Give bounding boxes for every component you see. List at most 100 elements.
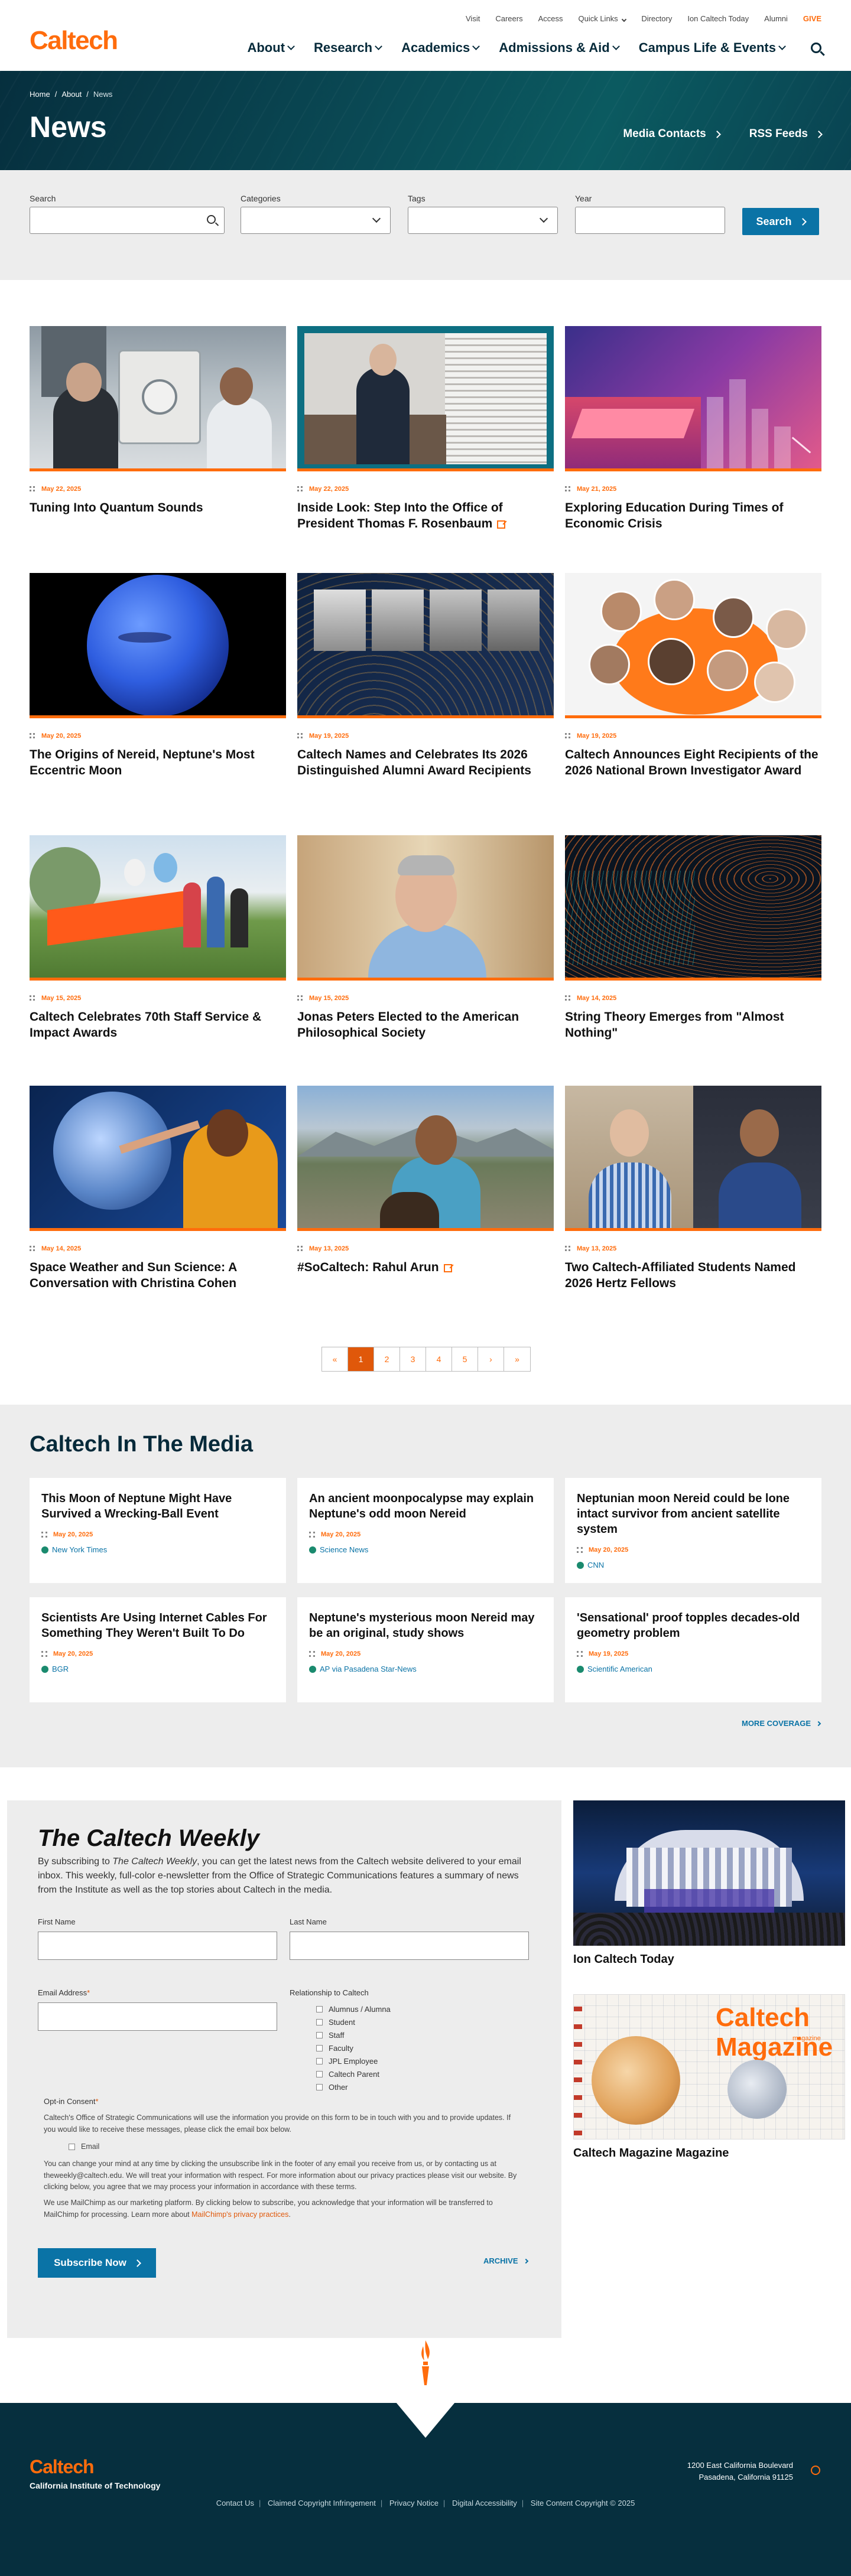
media-source[interactable]: New York Times — [41, 1545, 274, 1554]
breadcrumb-about[interactable]: About — [61, 90, 82, 99]
first-name-field[interactable] — [38, 1932, 277, 1960]
checkbox[interactable] — [316, 2070, 323, 2077]
footer-link-privacy[interactable]: Privacy Notice — [389, 2499, 439, 2507]
relationship-option[interactable]: Other — [316, 2080, 391, 2093]
mailchimp-privacy-link[interactable]: MailChimp's privacy practices — [191, 2210, 288, 2219]
page-last[interactable]: » — [504, 1347, 530, 1371]
checkbox[interactable] — [69, 2144, 75, 2151]
relationship-option[interactable]: Student — [316, 2015, 391, 2028]
year-input[interactable] — [575, 207, 725, 234]
search-input[interactable] — [30, 207, 225, 234]
footer-link-accessibility[interactable]: Digital Accessibility — [452, 2499, 517, 2507]
nav-admissions[interactable]: Admissions & Aid — [499, 40, 620, 56]
search-icon[interactable] — [207, 215, 216, 224]
media-source[interactable]: CNN — [577, 1561, 810, 1569]
relationship-option[interactable]: Faculty — [316, 2041, 391, 2054]
categories-select[interactable] — [241, 207, 391, 234]
news-card[interactable]: May 14, 2025 Space Weather and Sun Scien… — [30, 1086, 286, 1292]
footer-link-copyright-infringement[interactable]: Claimed Copyright Infringement — [268, 2499, 376, 2507]
news-title[interactable]: The Origins of Nereid, Neptune's Most Ec… — [30, 747, 286, 779]
news-card[interactable]: May 13, 2025 Two Caltech-Affiliated Stud… — [565, 1086, 821, 1292]
util-link-visit[interactable]: Visit — [466, 14, 480, 23]
ion-caltech-today-title[interactable]: Ion Caltech Today — [573, 1953, 845, 1966]
news-title[interactable]: Two Caltech-Affiliated Students Named 20… — [565, 1259, 821, 1292]
page-2[interactable]: 2 — [374, 1347, 400, 1371]
news-title[interactable]: Space Weather and Sun Science: A Convers… — [30, 1259, 286, 1292]
util-link-ion-caltech-today[interactable]: Ion Caltech Today — [687, 14, 749, 23]
relationship-option[interactable]: Caltech Parent — [316, 2067, 391, 2080]
news-image-alumni-awards[interactable] — [297, 573, 554, 718]
footer-logo[interactable]: Caltech — [30, 2456, 95, 2478]
map-pin-icon[interactable] — [811, 2466, 820, 2475]
give-link[interactable]: GIVE — [803, 14, 821, 23]
util-link-access[interactable]: Access — [538, 14, 563, 23]
news-title[interactable]: Caltech Names and Celebrates Its 2026 Di… — [297, 747, 554, 779]
news-image-quantum-lab[interactable] — [30, 326, 286, 471]
last-name-field[interactable] — [290, 1932, 529, 1960]
ion-caltech-today-promo[interactable]: Ion Caltech Today — [573, 1800, 845, 1966]
checkbox[interactable] — [316, 2031, 323, 2038]
nav-campus-life[interactable]: Campus Life & Events — [639, 40, 786, 56]
media-title[interactable]: This Moon of Neptune Might Have Survived… — [41, 1491, 274, 1522]
news-image-rahul-arun[interactable] — [297, 1086, 554, 1231]
search-icon[interactable] — [811, 43, 821, 53]
news-title[interactable]: Jonas Peters Elected to the American Phi… — [297, 1009, 554, 1041]
checkbox[interactable] — [316, 2044, 323, 2051]
news-title[interactable]: Tuning Into Quantum Sounds — [30, 500, 286, 516]
util-link-alumni[interactable]: Alumni — [764, 14, 788, 23]
opt-in-email-option[interactable]: Email — [69, 2141, 522, 2152]
page-first[interactable]: « — [322, 1347, 348, 1371]
media-card[interactable]: An ancient moonpocalypse may explain Nep… — [297, 1478, 554, 1583]
breadcrumb-home[interactable]: Home — [30, 90, 50, 99]
ion-caltech-today-image[interactable] — [573, 1800, 845, 1946]
news-image-string-theory[interactable] — [565, 835, 821, 981]
news-image-staff-awards[interactable] — [30, 835, 286, 981]
util-link-careers[interactable]: Careers — [495, 14, 522, 23]
news-title[interactable]: Inside Look: Step Into the Office of Pre… — [297, 500, 554, 532]
news-image-economic-crisis[interactable] — [565, 326, 821, 471]
media-source[interactable]: Science News — [309, 1545, 542, 1554]
news-image-president-office[interactable] — [297, 326, 554, 471]
caltech-logo[interactable]: Caltech — [30, 26, 118, 56]
news-title[interactable]: #SoCaltech: Rahul Arun — [297, 1259, 554, 1275]
media-source[interactable]: AP via Pasadena Star-News — [309, 1665, 542, 1673]
footer-link-contact[interactable]: Contact Us — [216, 2499, 254, 2507]
relationship-option[interactable]: Staff — [316, 2028, 391, 2041]
news-image-sun-science[interactable] — [30, 1086, 286, 1231]
news-card[interactable]: May 15, 2025 Caltech Celebrates 70th Sta… — [30, 835, 286, 1041]
media-card[interactable]: This Moon of Neptune Might Have Survived… — [30, 1478, 286, 1583]
archive-link[interactable]: ARCHIVE — [483, 2256, 528, 2265]
media-card[interactable]: 'Sensational' proof topples decades-old … — [565, 1597, 821, 1702]
news-title[interactable]: Caltech Announces Eight Recipients of th… — [565, 747, 821, 779]
rss-feeds-link[interactable]: RSS Feeds — [749, 128, 823, 141]
relationship-option[interactable]: JPL Employee — [316, 2054, 391, 2067]
media-source[interactable]: BGR — [41, 1665, 274, 1673]
news-title[interactable]: Caltech Celebrates 70th Staff Service & … — [30, 1009, 286, 1041]
news-card[interactable]: May 19, 2025 Caltech Announces Eight Rec… — [565, 573, 821, 779]
search-button[interactable]: Search — [742, 208, 819, 235]
caltech-magazine-title[interactable]: Caltech Magazine Magazine — [573, 2147, 845, 2160]
news-title[interactable]: Exploring Education During Times of Econ… — [565, 500, 821, 532]
news-image-hertz-fellows[interactable] — [565, 1086, 821, 1231]
media-card[interactable]: Neptune's mysterious moon Nereid may be … — [297, 1597, 554, 1702]
footer-link-site-copyright[interactable]: Site Content Copyright © 2025 — [531, 2499, 635, 2507]
caltech-magazine-cover[interactable]: Caltech Magazine magazine — [573, 1994, 845, 2139]
checkbox[interactable] — [316, 2005, 323, 2012]
nav-research[interactable]: Research — [314, 40, 382, 56]
news-card[interactable]: May 21, 2025 Exploring Education During … — [565, 326, 821, 532]
email-field[interactable] — [38, 2002, 277, 2031]
media-source[interactable]: Scientific American — [577, 1665, 810, 1673]
media-card[interactable]: Scientists Are Using Internet Cables For… — [30, 1597, 286, 1702]
media-card[interactable]: Neptunian moon Nereid could be lone inta… — [565, 1478, 821, 1583]
relationship-option[interactable]: Alumnus / Alumna — [316, 2002, 391, 2015]
news-card[interactable]: May 20, 2025 The Origins of Nereid, Nept… — [30, 573, 286, 779]
news-image-brown-investigators[interactable] — [565, 573, 821, 718]
util-link-directory[interactable]: Directory — [641, 14, 672, 23]
news-card[interactable]: May 22, 2025 Inside Look: Step Into the … — [297, 326, 554, 532]
news-card[interactable]: May 19, 2025 Caltech Names and Celebrate… — [297, 573, 554, 779]
checkbox[interactable] — [316, 2018, 323, 2025]
page-next[interactable]: › — [478, 1347, 504, 1371]
news-image-neptune[interactable] — [30, 573, 286, 718]
more-coverage-link[interactable]: MORE COVERAGE — [742, 1719, 821, 1728]
util-link-quick-links[interactable]: Quick Links — [578, 14, 627, 23]
